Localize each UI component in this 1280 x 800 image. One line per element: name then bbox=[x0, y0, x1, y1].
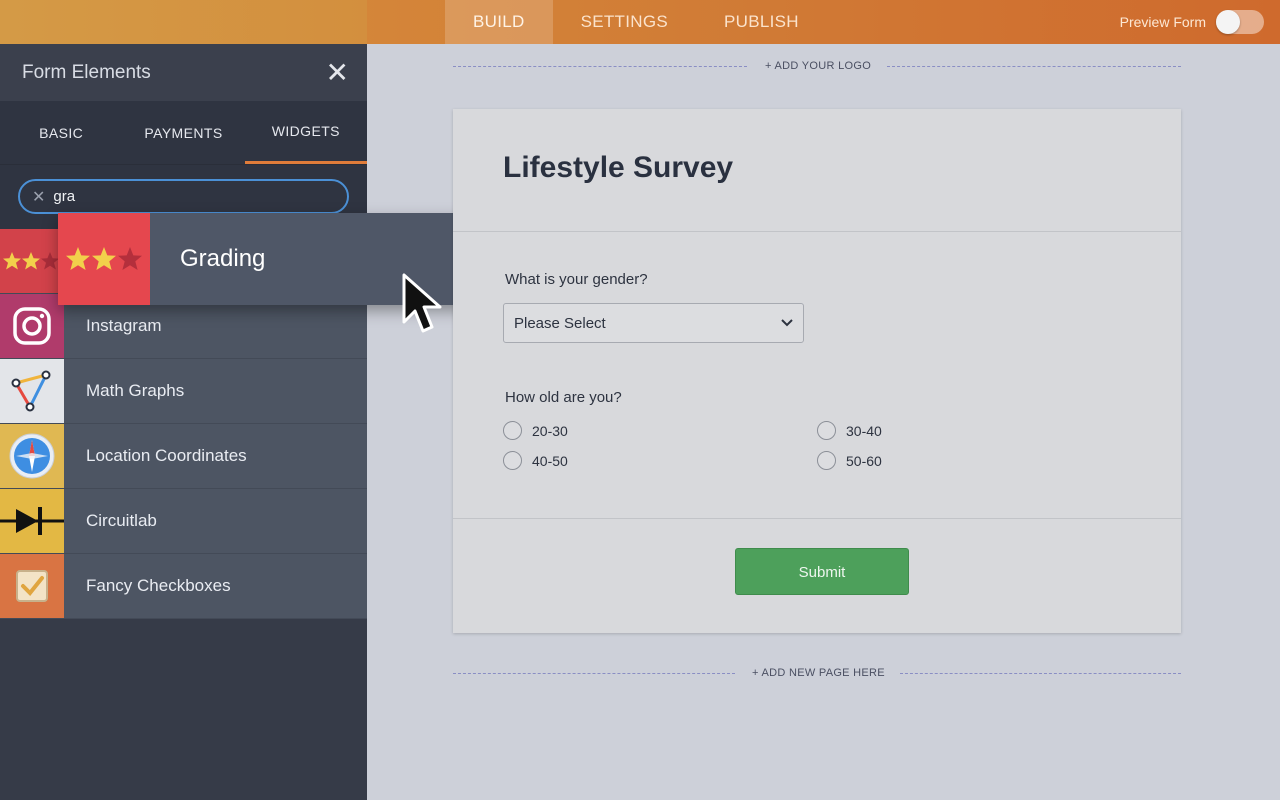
radio-option[interactable]: 30-40 bbox=[817, 421, 882, 440]
compass-icon bbox=[0, 424, 64, 488]
tab-basic[interactable]: BASIC bbox=[0, 101, 122, 164]
logo-area bbox=[0, 0, 367, 44]
question-gender-label[interactable]: What is your gender? bbox=[505, 271, 648, 288]
list-item-math-graphs[interactable]: Math Graphs bbox=[0, 359, 367, 424]
submit-button[interactable]: Submit bbox=[735, 548, 909, 595]
nav-settings[interactable]: SETTINGS bbox=[553, 0, 696, 44]
close-icon[interactable]: ✕ bbox=[326, 58, 349, 87]
stars-icon bbox=[58, 213, 150, 305]
panel-tabs: BASIC PAYMENTS WIDGETS bbox=[0, 101, 367, 165]
radio-button[interactable] bbox=[817, 421, 836, 440]
radio-option[interactable]: 20-30 bbox=[503, 421, 568, 440]
radio-label: 30-40 bbox=[846, 422, 882, 439]
page-divider-right bbox=[900, 673, 1181, 674]
stars-icon bbox=[0, 229, 64, 293]
diode-icon bbox=[0, 489, 64, 553]
main-nav: BUILD SETTINGS PUBLISH bbox=[445, 0, 827, 44]
graph-icon bbox=[0, 359, 64, 423]
chevron-down-icon bbox=[781, 319, 793, 327]
radio-label: 40-50 bbox=[532, 452, 568, 469]
form-title[interactable]: Lifestyle Survey bbox=[503, 151, 733, 185]
list-item-label: Instagram bbox=[86, 316, 162, 335]
radio-option[interactable]: 40-50 bbox=[503, 451, 568, 470]
list-item-location-coordinates[interactable]: Location Coordinates bbox=[0, 424, 367, 489]
list-item-circuitlab[interactable]: Circuitlab bbox=[0, 489, 367, 554]
list-item-label: Location Coordinates bbox=[86, 446, 247, 465]
add-logo-link[interactable]: + ADD YOUR LOGO bbox=[765, 60, 871, 72]
radio-label: 20-30 bbox=[532, 422, 568, 439]
header-divider bbox=[453, 231, 1181, 232]
toggle-knob bbox=[1216, 10, 1240, 34]
search-input[interactable] bbox=[53, 188, 314, 205]
panel-header: Form Elements ✕ bbox=[0, 44, 367, 101]
radio-button[interactable] bbox=[503, 421, 522, 440]
panel-title: Form Elements bbox=[22, 61, 151, 83]
radio-button[interactable] bbox=[503, 451, 522, 470]
radio-label: 50-60 bbox=[846, 452, 882, 469]
nav-publish[interactable]: PUBLISH bbox=[696, 0, 827, 44]
logo-divider-right bbox=[887, 66, 1181, 67]
preview-form-control: Preview Form bbox=[1120, 0, 1264, 44]
radio-option[interactable]: 50-60 bbox=[817, 451, 882, 470]
checkbox-icon bbox=[0, 554, 64, 618]
tab-payments[interactable]: PAYMENTS bbox=[122, 101, 244, 164]
list-item-label: Circuitlab bbox=[86, 511, 157, 530]
question-age-label[interactable]: How old are you? bbox=[505, 389, 622, 406]
list-item-fancy-checkboxes[interactable]: Fancy Checkboxes bbox=[0, 554, 367, 619]
gender-select[interactable]: Please Select bbox=[503, 303, 804, 343]
footer-divider bbox=[453, 518, 1181, 519]
dragged-widget-label: Grading bbox=[180, 245, 266, 272]
top-bar: BUILD SETTINGS PUBLISH Preview Form bbox=[0, 0, 1280, 44]
instagram-icon bbox=[0, 294, 64, 358]
list-item-label: Fancy Checkboxes bbox=[86, 576, 231, 595]
preview-toggle[interactable] bbox=[1216, 10, 1264, 34]
preview-form-label: Preview Form bbox=[1119, 14, 1206, 30]
nav-build[interactable]: BUILD bbox=[445, 0, 553, 44]
radio-button[interactable] bbox=[817, 451, 836, 470]
mouse-cursor-icon bbox=[402, 273, 442, 333]
add-new-page-link[interactable]: + ADD NEW PAGE HERE bbox=[752, 667, 885, 679]
search-box: ✕ bbox=[18, 179, 349, 214]
logo-divider-left bbox=[453, 66, 747, 67]
page-divider-left bbox=[453, 673, 735, 674]
tab-widgets[interactable]: WIDGETS bbox=[244, 101, 367, 164]
clear-search-icon[interactable]: ✕ bbox=[32, 187, 45, 207]
select-value: Please Select bbox=[514, 314, 606, 332]
list-item-label: Math Graphs bbox=[86, 381, 185, 400]
form-card: Lifestyle Survey What is your gender? Pl… bbox=[453, 109, 1181, 633]
